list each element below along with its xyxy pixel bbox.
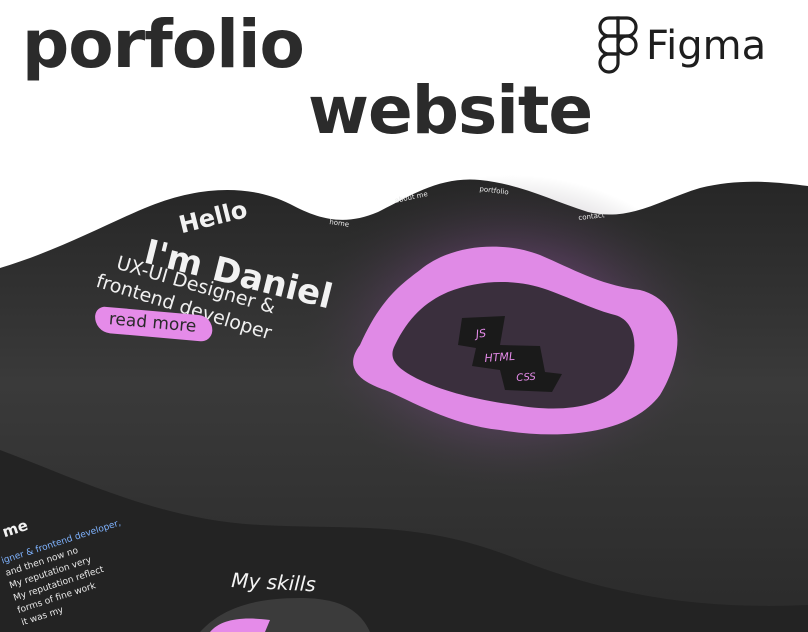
- tech-tag-css: CSS: [516, 371, 537, 384]
- skills-title: My skills: [230, 568, 317, 597]
- tech-tag-js: JS: [475, 326, 487, 341]
- website-mockup: home about me portfolio contact Hello I'…: [0, 0, 808, 632]
- tech-tag-html: HTML: [484, 349, 516, 365]
